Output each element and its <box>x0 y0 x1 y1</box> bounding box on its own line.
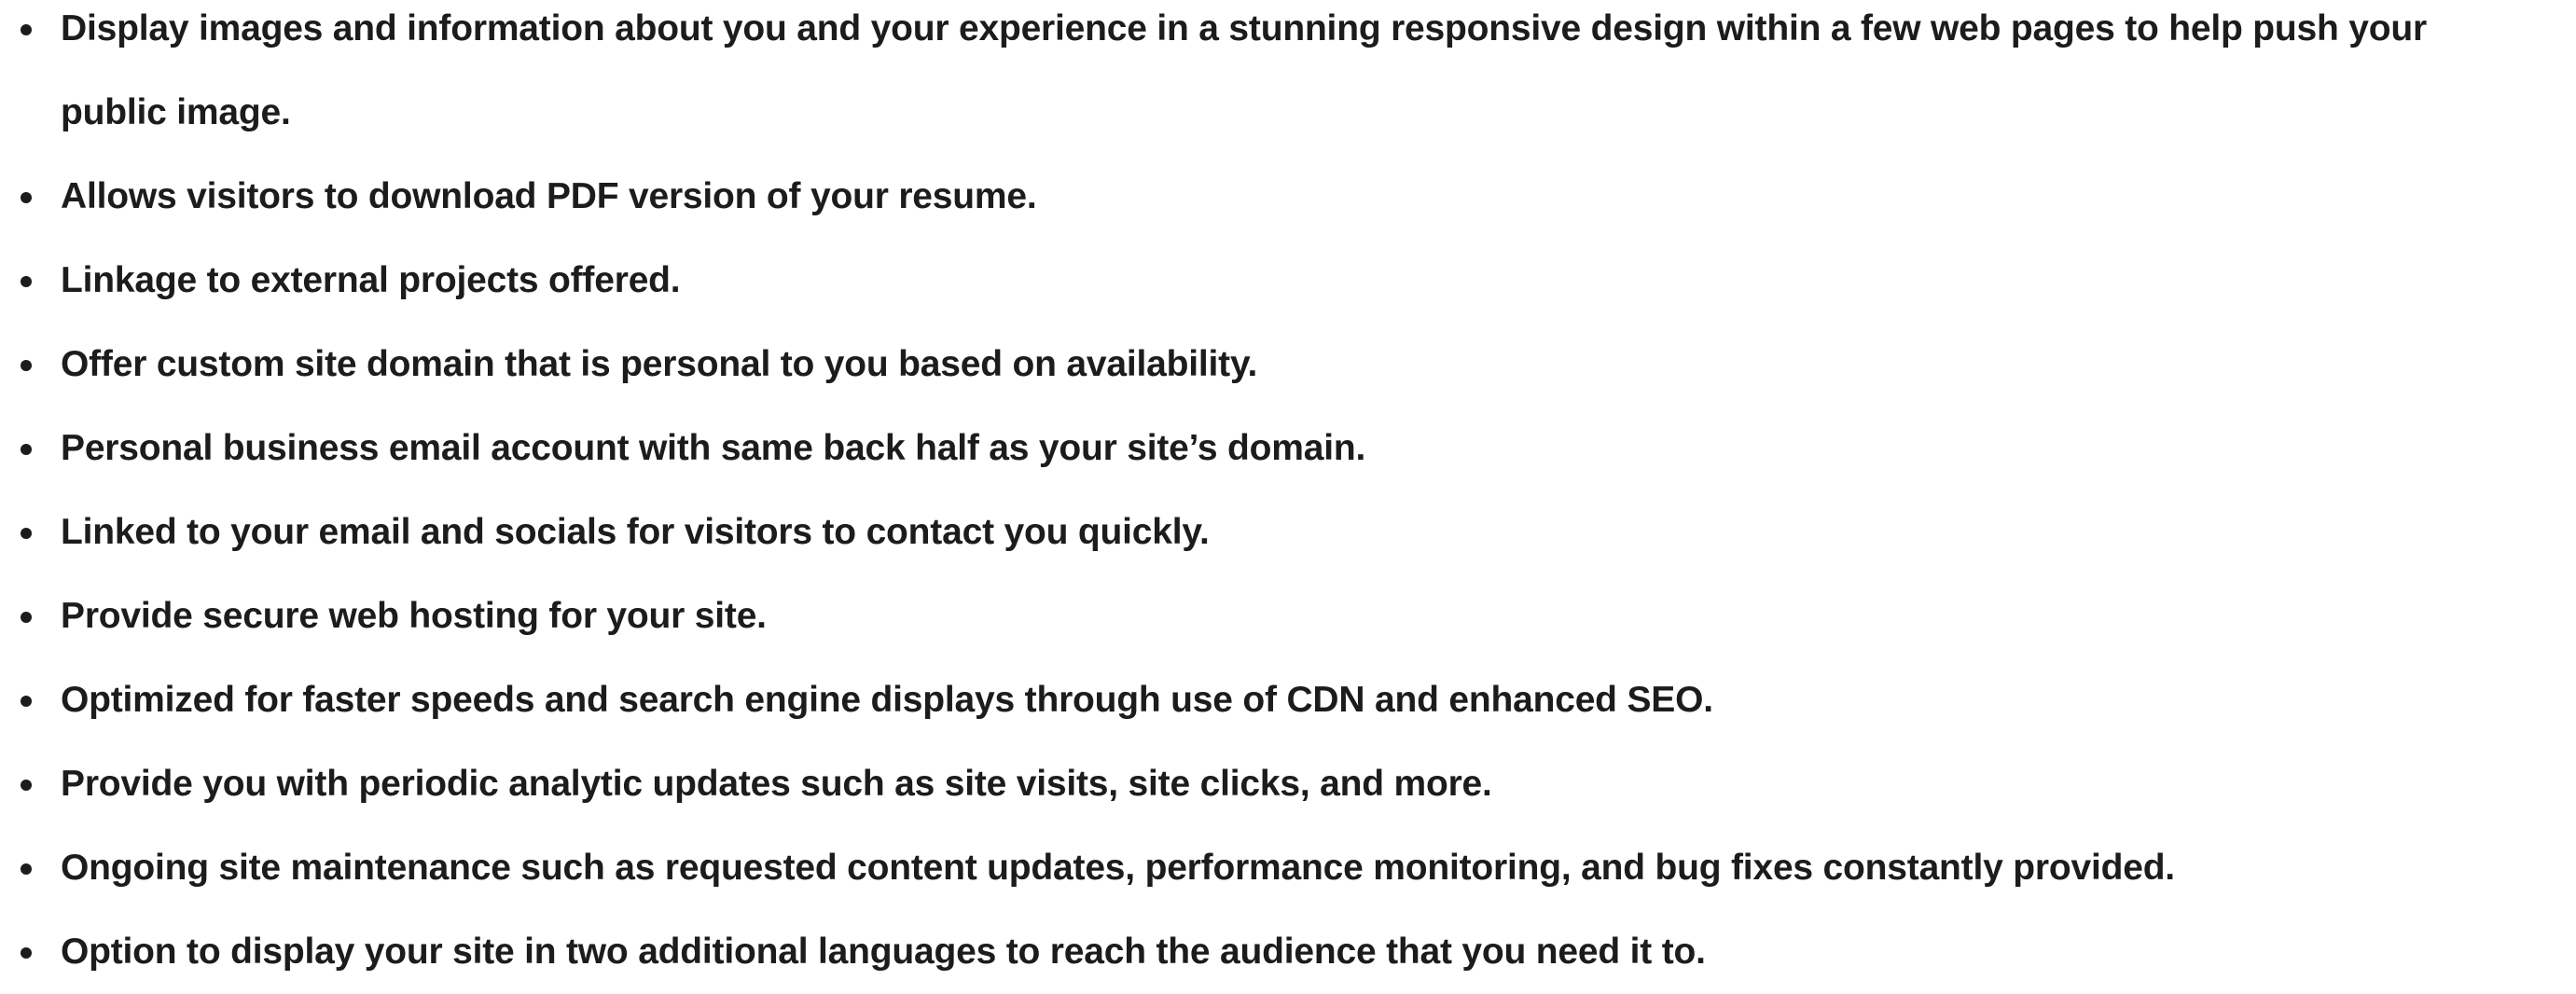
list-item-text: Option to display your site in two addit… <box>61 932 1706 972</box>
list-item-text: Ongoing site maintenance such as request… <box>61 848 2175 888</box>
list-item: Optimized for faster speeds and search e… <box>0 658 2576 742</box>
list-item-text: Provide secure web hosting for your site… <box>61 596 767 636</box>
list-item: Personal business email account with sam… <box>0 407 2576 490</box>
list-item: Linkage to external projects offered. <box>0 239 2576 323</box>
bullet-icon <box>21 780 32 791</box>
list-item: Linked to your email and socials for vis… <box>0 490 2576 574</box>
list-item-text: Linkage to external projects offered. <box>61 260 681 300</box>
bullet-icon <box>21 696 32 707</box>
list-item: Ongoing site maintenance such as request… <box>0 826 2576 910</box>
list-item-text: Display images and information about you… <box>61 8 2428 132</box>
bullet-icon <box>21 528 32 539</box>
list-item: Option to display your site in two addit… <box>0 910 2576 994</box>
bullet-icon <box>21 444 32 455</box>
bullet-icon <box>21 192 32 203</box>
list-item: Allows visitors to download PDF version … <box>0 155 2576 239</box>
list-item: Provide you with periodic analytic updat… <box>0 742 2576 826</box>
bullet-icon <box>21 24 32 35</box>
list-item-text: Personal business email account with sam… <box>61 428 1366 468</box>
bullet-icon <box>21 863 32 875</box>
bullet-icon <box>21 276 32 287</box>
list-item-text: Allows visitors to download PDF version … <box>61 176 1037 216</box>
bullet-icon <box>21 947 32 959</box>
list-item-text: Provide you with periodic analytic updat… <box>61 764 1492 804</box>
list-item-text: Linked to your email and socials for vis… <box>61 512 1210 552</box>
bullet-icon <box>21 360 32 371</box>
bullet-icon <box>21 612 32 623</box>
list-item: Display images and information about you… <box>0 0 2541 155</box>
list-item: Offer custom site domain that is persona… <box>0 323 2576 407</box>
list-item: Provide secure web hosting for your site… <box>0 574 2576 658</box>
list-item-text: Optimized for faster speeds and search e… <box>61 680 1713 720</box>
feature-list: Display images and information about you… <box>0 0 2576 994</box>
list-item-text: Offer custom site domain that is persona… <box>61 344 1258 384</box>
